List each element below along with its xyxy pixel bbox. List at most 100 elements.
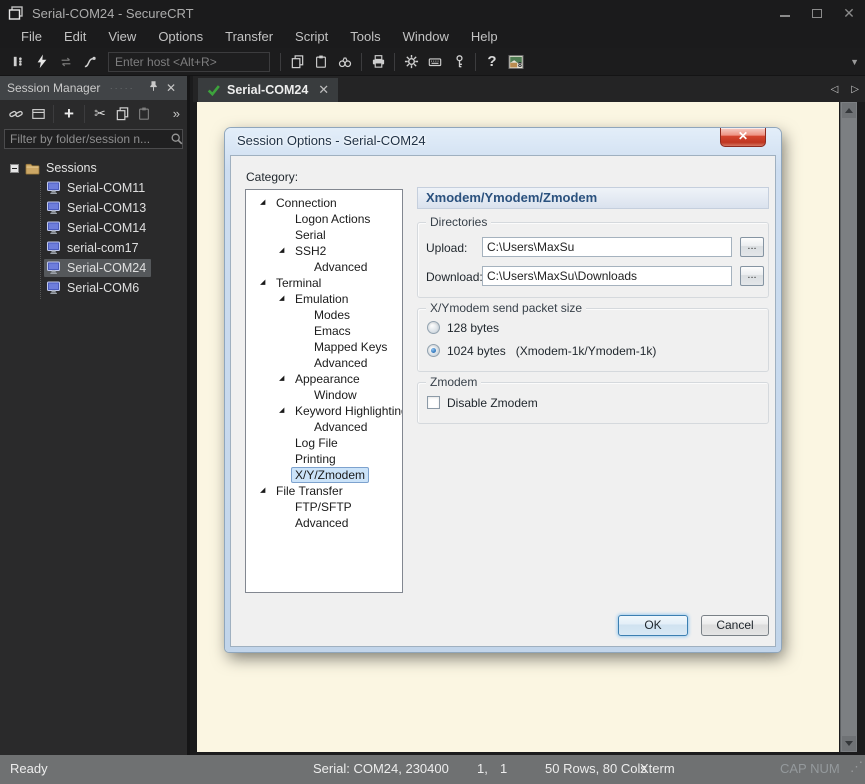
category-item[interactable]: Modes	[246, 307, 402, 323]
category-item[interactable]: Keyword Highlighting	[246, 403, 402, 419]
menu-tools[interactable]: Tools	[339, 26, 391, 48]
radio-1024-bytes[interactable]	[427, 344, 440, 357]
radio-128-bytes[interactable]	[427, 321, 440, 334]
expander-icon[interactable]	[260, 195, 272, 211]
category-item[interactable]: File Transfer	[246, 483, 402, 499]
group-label: Zmodem	[426, 375, 482, 389]
session-item-selected[interactable]: Serial-COM24	[0, 258, 187, 278]
filter-box	[4, 129, 183, 149]
connect-in-tab-icon[interactable]	[27, 104, 49, 124]
terminal-scrollbar[interactable]	[840, 102, 857, 752]
menu-options[interactable]: Options	[147, 26, 214, 48]
scroll-down-icon[interactable]	[842, 736, 856, 751]
tab-scroll-right-icon[interactable]: ▷	[851, 84, 859, 95]
session-item[interactable]: serial-com17	[0, 238, 187, 258]
tab-scroll-left-icon[interactable]: ◁	[831, 84, 839, 95]
session-item[interactable]: Serial-COM14	[0, 218, 187, 238]
filter-input[interactable]	[5, 132, 170, 146]
minimize-button[interactable]	[769, 0, 801, 26]
expander-icon[interactable]	[279, 243, 291, 259]
disconnect-icon[interactable]	[78, 51, 102, 73]
menu-edit[interactable]: Edit	[53, 26, 97, 48]
ok-button[interactable]: OK	[618, 615, 688, 636]
collapse-icon[interactable]	[10, 163, 19, 173]
find-icon[interactable]	[333, 51, 357, 73]
download-browse-button[interactable]: ...	[740, 266, 764, 286]
copy-icon[interactable]	[285, 51, 309, 73]
expander-icon[interactable]	[279, 403, 291, 419]
panel-overflow-icon[interactable]: »	[173, 106, 182, 121]
upload-directory-field[interactable]	[482, 237, 732, 257]
connect-icon[interactable]	[5, 104, 27, 124]
close-button[interactable]: ✕	[833, 0, 865, 26]
scroll-up-icon[interactable]	[842, 103, 856, 118]
session-item[interactable]: Serial-COM11	[0, 178, 187, 198]
copy-icon[interactable]	[111, 104, 133, 124]
menu-view[interactable]: View	[97, 26, 147, 48]
category-item[interactable]: Printing	[246, 451, 402, 467]
session-item[interactable]: Serial-COM6	[0, 278, 187, 298]
keymap-editor-icon[interactable]	[423, 51, 447, 73]
category-item[interactable]: Emacs	[246, 323, 402, 339]
tree-root-sessions[interactable]: Sessions	[0, 158, 187, 178]
category-item[interactable]: Terminal	[246, 275, 402, 291]
reconnect-icon[interactable]	[54, 51, 78, 73]
disable-zmodem-label[interactable]: Disable Zmodem	[447, 396, 538, 410]
session-manager-icon[interactable]	[6, 51, 30, 73]
category-item[interactable]: Advanced	[246, 259, 402, 275]
category-item[interactable]: Advanced	[246, 515, 402, 531]
radio-128-label[interactable]: 128 bytes	[447, 321, 499, 335]
cut-icon[interactable]: ✂	[89, 104, 111, 124]
expander-icon[interactable]	[260, 483, 272, 499]
tree-root-label: Sessions	[46, 161, 97, 175]
quick-connect-icon[interactable]	[30, 51, 54, 73]
category-item[interactable]: FTP/SFTP	[246, 499, 402, 515]
category-item[interactable]: SSH2	[246, 243, 402, 259]
resize-grip-icon[interactable]: ⋰	[850, 759, 863, 775]
options-gear-icon[interactable]	[399, 51, 423, 73]
paste-icon[interactable]	[133, 104, 155, 124]
category-item-selected[interactable]: X/Y/Zmodem	[246, 467, 402, 483]
menu-help[interactable]: Help	[460, 26, 509, 48]
pin-icon[interactable]	[144, 80, 162, 96]
help-icon[interactable]: ?	[480, 51, 504, 73]
menu-transfer[interactable]: Transfer	[214, 26, 284, 48]
download-directory-field[interactable]	[482, 266, 732, 286]
status-grid-size: 50 Rows, 80 Cols	[545, 761, 647, 776]
image-settings-icon[interactable]: 8	[504, 51, 528, 73]
new-session-icon[interactable]: +	[58, 104, 80, 124]
session-manager-header[interactable]: Session Manager ····· ✕	[0, 76, 187, 100]
category-item[interactable]: Advanced	[246, 355, 402, 371]
category-item[interactable]: Emulation	[246, 291, 402, 307]
expander-icon[interactable]	[279, 371, 291, 387]
session-item[interactable]: Serial-COM13	[0, 198, 187, 218]
upload-browse-button[interactable]: ...	[740, 237, 764, 257]
disable-zmodem-checkbox[interactable]	[427, 396, 440, 409]
radio-1024-label[interactable]: 1024 bytes (Xmodem-1k/Ymodem-1k)	[447, 344, 656, 358]
dialog-close-button[interactable]: ✕	[720, 128, 766, 147]
category-item[interactable]: Connection	[246, 195, 402, 211]
menu-script[interactable]: Script	[284, 26, 339, 48]
print-icon[interactable]	[366, 51, 390, 73]
maximize-button[interactable]	[801, 0, 833, 26]
expander-icon[interactable]	[279, 291, 291, 307]
panel-close-icon[interactable]: ✕	[162, 81, 180, 95]
category-item[interactable]: Log File	[246, 435, 402, 451]
tab-close-icon[interactable]: ✕	[318, 82, 329, 98]
panel-grip[interactable]: ·····	[100, 83, 144, 93]
host-input[interactable]	[108, 51, 270, 72]
key-agent-icon[interactable]	[447, 51, 471, 73]
menu-file[interactable]: File	[10, 26, 53, 48]
menu-window[interactable]: Window	[392, 26, 460, 48]
paste-icon[interactable]	[309, 51, 333, 73]
category-item[interactable]: Window	[246, 387, 402, 403]
toolbar-overflow-icon[interactable]: ▼	[850, 57, 859, 67]
category-item[interactable]: Mapped Keys	[246, 339, 402, 355]
category-item[interactable]: Advanced	[246, 419, 402, 435]
category-item[interactable]: Appearance	[246, 371, 402, 387]
tab-serial-com24[interactable]: Serial-COM24 ✕	[198, 78, 339, 102]
expander-icon[interactable]	[260, 275, 272, 291]
cancel-button[interactable]: Cancel	[701, 615, 769, 636]
category-item[interactable]: Serial	[246, 227, 402, 243]
category-item[interactable]: Logon Actions	[246, 211, 402, 227]
